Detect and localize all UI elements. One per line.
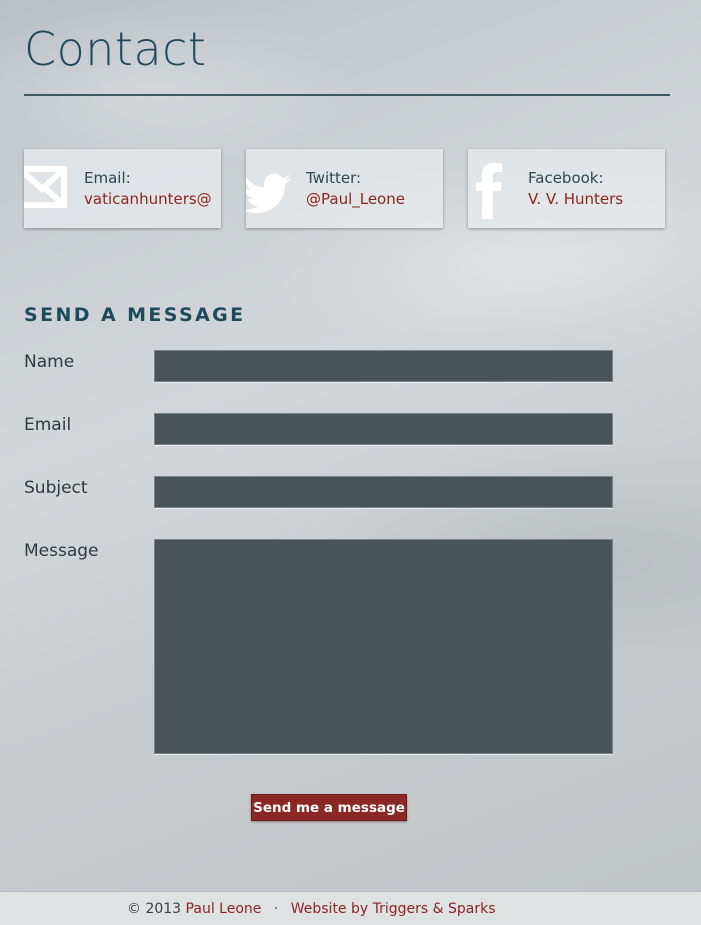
- twitter-bird-icon: [246, 161, 292, 217]
- page-title: Contact: [24, 22, 207, 76]
- footer-text: © 2013 Paul Leone · Website by Triggers …: [127, 901, 496, 917]
- title-divider: [24, 94, 670, 96]
- email-link[interactable]: vaticanhunters@: [84, 190, 212, 208]
- twitter-card[interactable]: Twitter: @Paul_Leone: [246, 149, 443, 228]
- footer-separator: ·: [273, 901, 279, 917]
- message-label: Message: [24, 541, 99, 561]
- send-message-button[interactable]: Send me a message: [251, 794, 407, 821]
- send-message-heading: SEND A MESSAGE: [24, 304, 246, 326]
- name-input[interactable]: [154, 350, 613, 382]
- footer-author-link[interactable]: Paul Leone: [186, 901, 262, 917]
- subject-label: Subject: [24, 478, 88, 498]
- footer: © 2013 Paul Leone · Website by Triggers …: [0, 891, 701, 925]
- email-label: Email: [24, 415, 72, 435]
- facebook-link[interactable]: V. V. Hunters: [528, 190, 623, 208]
- footer-credit-link[interactable]: Website by Triggers & Sparks: [291, 901, 496, 917]
- name-label: Name: [24, 352, 75, 372]
- twitter-card-label: Twitter:: [306, 169, 362, 187]
- message-textarea[interactable]: [154, 539, 613, 754]
- subject-input[interactable]: [154, 476, 613, 508]
- email-card-label: Email:: [84, 169, 131, 187]
- email-icon: [24, 161, 70, 217]
- facebook-icon: [468, 161, 514, 219]
- background-sky: [0, 0, 701, 924]
- email-card[interactable]: Email: vaticanhunters@: [24, 149, 221, 228]
- facebook-card[interactable]: Facebook: V. V. Hunters: [468, 149, 665, 228]
- facebook-card-label: Facebook:: [528, 169, 604, 187]
- twitter-link[interactable]: @Paul_Leone: [306, 190, 405, 208]
- footer-copyright: © 2013: [127, 901, 182, 917]
- email-input[interactable]: [154, 413, 613, 445]
